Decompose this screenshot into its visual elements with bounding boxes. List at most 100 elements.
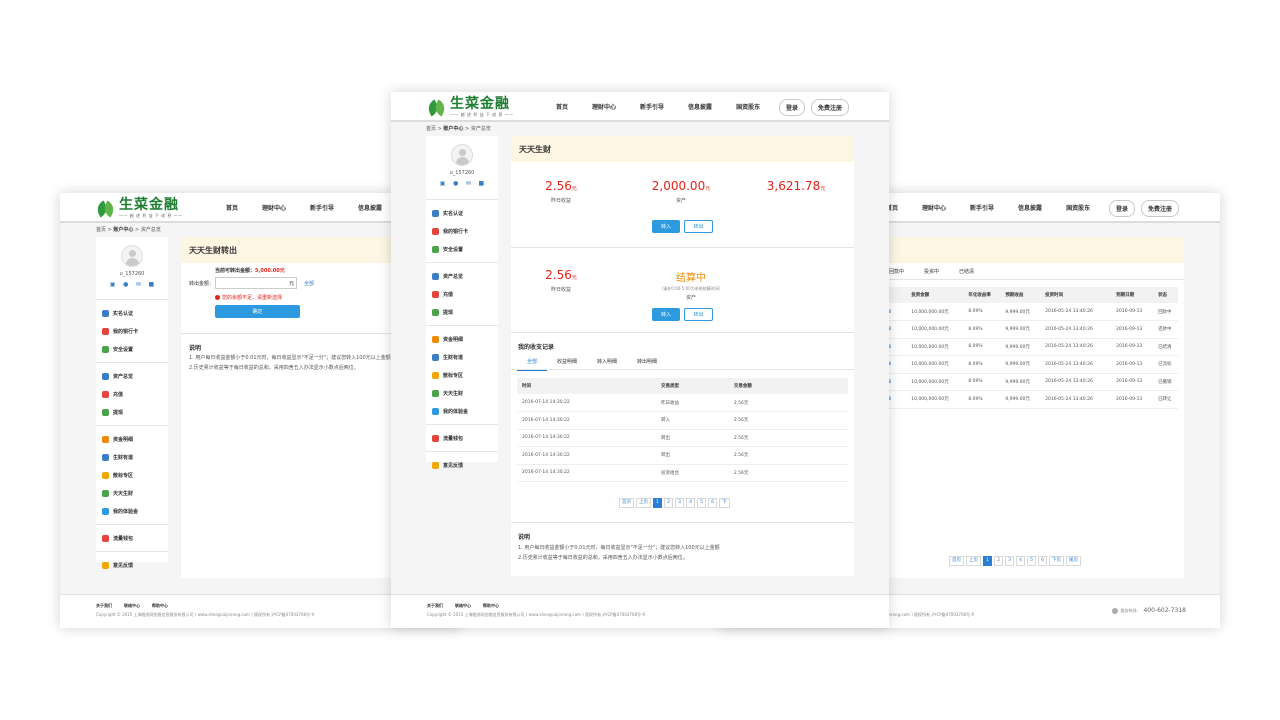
nav-item-guide[interactable]: 新手引导 — [970, 203, 994, 212]
sidebar-item-wallet[interactable]: 流量钱包 — [96, 529, 168, 547]
page-2[interactable]: 2 — [664, 498, 673, 508]
shield-icon — [432, 245, 439, 253]
page-4[interactable]: 4 — [1016, 556, 1025, 566]
transfer-out-button[interactable]: 转出 — [684, 308, 713, 321]
page-4[interactable]: 4 — [686, 498, 695, 508]
account-sidebar: u_157260 ▣ ● ✉ ■ 实名认证 我的银行卡 安全设置 资产总览 充值… — [426, 136, 498, 469]
col-amount: 投资金额 — [906, 287, 964, 303]
table-row: 2016-07-14 14:30:22 转入 2.56元 — [517, 411, 848, 430]
page-1[interactable]: 1 — [983, 556, 992, 566]
sidebar-item-daily[interactable]: 天天生财 — [426, 384, 498, 402]
sidebar-item-fund-detail[interactable]: 资金明细 — [96, 430, 168, 448]
sidebar-item-feedback[interactable]: 意见反馈 — [426, 456, 498, 474]
page-3[interactable]: 3 — [675, 498, 684, 508]
nav-item-finance[interactable]: 理财中心 — [592, 102, 616, 111]
sidebar-item-fund-detail[interactable]: 资金明细 — [426, 330, 498, 348]
sidebar-item-wealth[interactable]: 生财有道 — [426, 348, 498, 366]
confirm-button[interactable]: 确定 — [215, 305, 300, 318]
page-6[interactable]: 6 — [708, 498, 717, 508]
lock-icon[interactable]: ■ — [149, 281, 155, 288]
all-amount-link[interactable]: 全部 — [304, 280, 314, 287]
sidebar-item-trial[interactable]: 我的体验金 — [96, 502, 168, 520]
mail-icon[interactable]: ✉ — [466, 180, 471, 187]
page-5[interactable]: 5 — [697, 498, 706, 508]
nav-item-guide[interactable]: 新手引导 — [310, 203, 334, 212]
login-button[interactable]: 登录 — [1109, 200, 1136, 217]
id-card-icon[interactable]: ▣ — [110, 281, 116, 288]
page-3[interactable]: 3 — [1005, 556, 1014, 566]
sidebar-item-security[interactable]: 安全设置 — [426, 240, 498, 258]
footer-link-about[interactable]: 关于我们 — [96, 603, 112, 609]
footer-link-about[interactable]: 关于我们 — [427, 603, 443, 609]
sidebar-item-wealth[interactable]: 生财有道 — [96, 448, 168, 466]
page-first[interactable]: 首页 — [619, 498, 634, 508]
page-2[interactable]: 2 — [994, 556, 1003, 566]
breadcrumb-center[interactable]: 账户中心 — [113, 227, 133, 233]
stat-value: 3,621.78 — [766, 179, 821, 193]
transfer-in-button[interactable]: 转入 — [652, 308, 680, 321]
brand-logo[interactable]: 生菜金融 —— 越 迹 利 益 下 成 息 —— — [94, 197, 183, 219]
nav-item-disclosure[interactable]: 信息披露 — [1018, 203, 1042, 212]
page-last[interactable]: 尾页 — [1066, 556, 1081, 566]
brand-tagline: —— 越 迹 利 益 下 成 息 —— — [119, 213, 183, 218]
footer-link-help[interactable]: 帮助中心 — [152, 603, 168, 609]
sidebar-item-feedback[interactable]: 意见反馈 — [96, 556, 168, 574]
lock-icon[interactable]: ■ — [479, 180, 485, 187]
brand-logo[interactable]: 生菜金融 —— 越 迹 利 益 下 成 息 —— — [425, 96, 514, 118]
nav-item-home[interactable]: 首页 — [556, 102, 568, 111]
sidebar-item-recharge[interactable]: 充值 — [426, 285, 498, 303]
login-button[interactable]: 登录 — [779, 99, 806, 116]
page-6[interactable]: 6 — [1038, 556, 1047, 566]
register-button[interactable]: 免费注册 — [1141, 200, 1180, 217]
breadcrumb-sep: > — [107, 227, 112, 233]
nav-item-guide[interactable]: 新手引导 — [640, 102, 664, 111]
transfer-out-button[interactable]: 转出 — [684, 220, 713, 233]
nav-item-disclosure[interactable]: 信息披露 — [358, 203, 382, 212]
amount-input[interactable] — [215, 277, 297, 289]
mail-icon[interactable]: ✉ — [136, 281, 141, 288]
sidebar-item-bankcard[interactable]: 我的银行卡 — [426, 222, 498, 240]
register-button[interactable]: 免费注册 — [811, 99, 850, 116]
sidebar-item-withdraw[interactable]: 提现 — [96, 403, 168, 421]
transfer-in-button[interactable]: 转入 — [652, 220, 680, 233]
page-1[interactable]: 1 — [653, 498, 662, 508]
sidebar-item-daily[interactable]: 天天生财 — [96, 484, 168, 502]
page-first[interactable]: 首页 — [949, 556, 964, 566]
nav-item-finance[interactable]: 理财中心 — [262, 203, 286, 212]
nav-item-shareholder[interactable]: 国资股东 — [1066, 203, 1090, 212]
page-prev[interactable]: 上页 — [966, 556, 981, 566]
breadcrumb-home[interactable]: 首页 — [426, 126, 436, 132]
sidebar-item-wallet[interactable]: 流量钱包 — [426, 429, 498, 447]
page-next[interactable]: 下 — [719, 498, 730, 508]
avatar[interactable] — [451, 144, 473, 166]
sidebar-item-security[interactable]: 安全设置 — [96, 340, 168, 358]
nav-item-home[interactable]: 首页 — [226, 203, 238, 212]
sidebar-item-verify[interactable]: 实名认证 — [96, 304, 168, 322]
sidebar-item-bankcard[interactable]: 我的银行卡 — [96, 322, 168, 340]
id-card-icon[interactable]: ▣ — [440, 180, 446, 187]
nav-item-disclosure[interactable]: 信息披露 — [688, 102, 712, 111]
sidebar-item-recharge[interactable]: 充值 — [96, 385, 168, 403]
user-icon[interactable]: ● — [453, 180, 458, 187]
footer-link-contact[interactable]: 联络中心 — [124, 603, 140, 609]
table-row: 金财160524-008 10,000,000.00元 8.09% 9,999.… — [847, 320, 1178, 339]
user-icon[interactable]: ● — [123, 281, 128, 288]
sidebar-item-overview[interactable]: 资产总览 — [96, 367, 168, 385]
footer-link-help[interactable]: 帮助中心 — [483, 603, 499, 609]
avatar[interactable] — [121, 245, 143, 267]
sidebar-item-loans[interactable]: 散标专区 — [426, 366, 498, 384]
page-next[interactable]: 下页 — [1049, 556, 1064, 566]
sidebar-item-withdraw[interactable]: 提现 — [426, 303, 498, 321]
nav-item-finance[interactable]: 理财中心 — [922, 203, 946, 212]
breadcrumb-home[interactable]: 首页 — [96, 227, 106, 233]
footer-link-contact[interactable]: 联络中心 — [455, 603, 471, 609]
nav-item-shareholder[interactable]: 国资股东 — [736, 102, 760, 111]
sidebar-item-verify[interactable]: 实名认证 — [426, 204, 498, 222]
breadcrumb-center[interactable]: 账户中心 — [443, 126, 463, 132]
sidebar-item-loans[interactable]: 散标专区 — [96, 466, 168, 484]
page-5[interactable]: 5 — [1027, 556, 1036, 566]
page-prev[interactable]: 上页 — [636, 498, 651, 508]
sidebar-item-trial[interactable]: 我的体验金 — [426, 402, 498, 420]
note-line-2: 2.历史累计收益等于每日收益的总和，采用四舍五入办法显示小数点后两位。 — [189, 365, 359, 371]
sidebar-item-overview[interactable]: 资产总览 — [426, 267, 498, 285]
